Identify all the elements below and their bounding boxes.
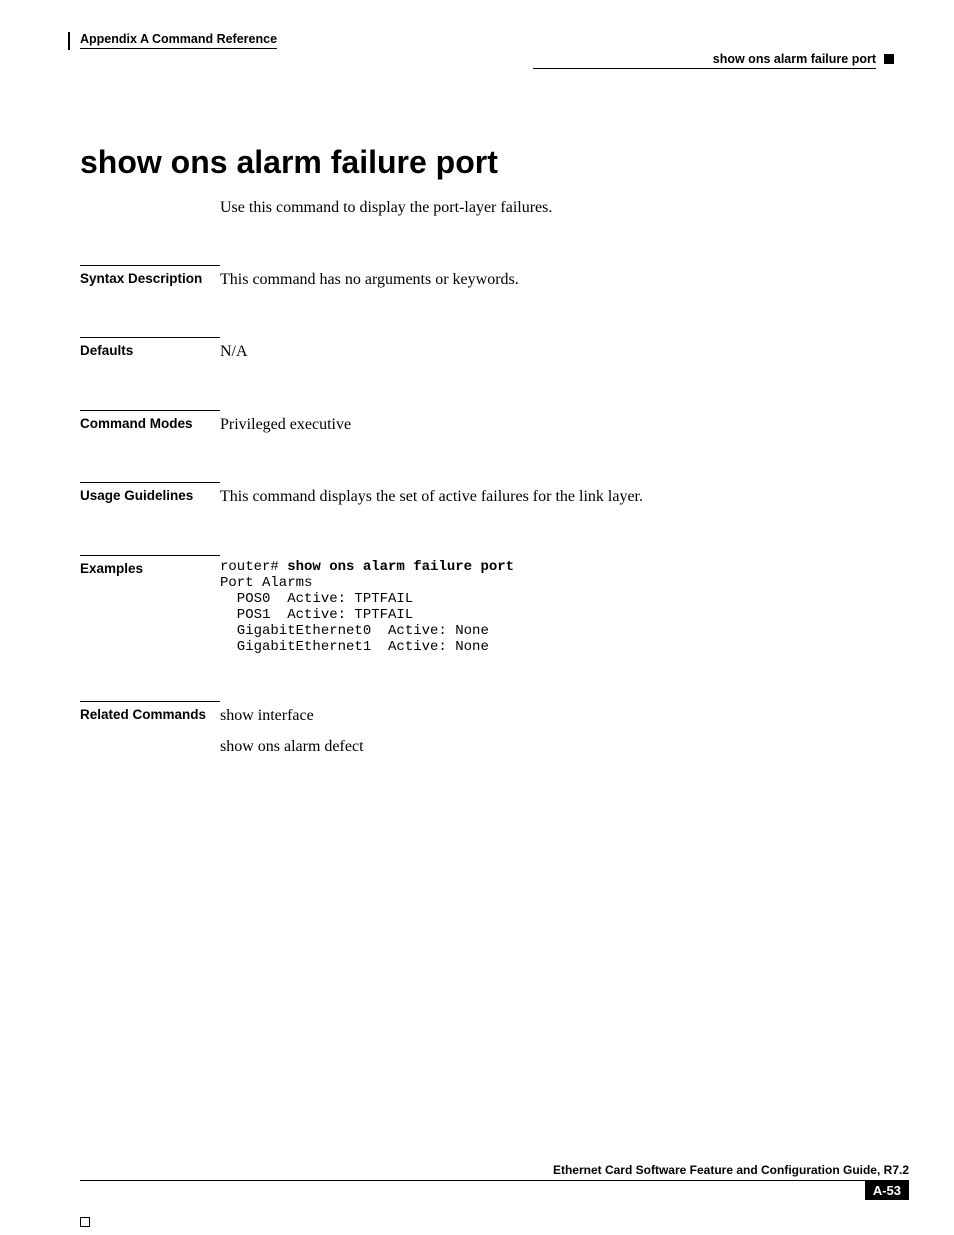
body-examples: router# show ons alarm failure port Port… [220, 555, 514, 656]
intro-text: Use this command to display the port-lay… [220, 199, 894, 217]
body-defaults: N/A [220, 337, 248, 363]
section-modes: Command Modes Privileged executive [80, 410, 894, 436]
section-defaults: Defaults N/A [80, 337, 894, 363]
label-syntax: Syntax Description [80, 265, 220, 286]
related-item-1: show ons alarm defect [220, 736, 364, 758]
appendix-header: Appendix A Command Reference [80, 32, 277, 49]
body-syntax: This command has no arguments or keyword… [220, 265, 519, 291]
section-examples: Examples router# show ons alarm failure … [80, 555, 894, 656]
body-usage: This command displays the set of active … [220, 482, 643, 508]
section-syntax: Syntax Description This command has no a… [80, 265, 894, 291]
section-usage: Usage Guidelines This command displays t… [80, 482, 894, 508]
label-related: Related Commands [80, 701, 220, 722]
header-topic-block: show ons alarm failure port [533, 50, 894, 69]
page-number-badge: A-53 [865, 1181, 909, 1200]
body-modes: Privileged executive [220, 410, 351, 436]
header-square-icon [884, 54, 894, 64]
page-title: show ons alarm failure port [80, 144, 894, 181]
header-topic: show ons alarm failure port [533, 52, 876, 69]
example-command: show ons alarm failure port [287, 559, 514, 575]
footer-guide-title: Ethernet Card Software Feature and Confi… [553, 1163, 909, 1177]
label-modes: Command Modes [80, 410, 220, 431]
body-related: show interface show ons alarm defect [220, 701, 364, 766]
example-output: Port Alarms POS0 Active: TPTFAIL POS1 Ac… [220, 575, 489, 655]
related-item-0: show interface [220, 705, 364, 727]
section-related: Related Commands show interface show ons… [80, 701, 894, 766]
label-usage: Usage Guidelines [80, 482, 220, 503]
label-examples: Examples [80, 555, 220, 576]
footer-square-icon [80, 1217, 90, 1227]
label-defaults: Defaults [80, 337, 220, 358]
page-footer: Ethernet Card Software Feature and Confi… [80, 1161, 909, 1205]
example-prompt: router# [220, 559, 287, 575]
